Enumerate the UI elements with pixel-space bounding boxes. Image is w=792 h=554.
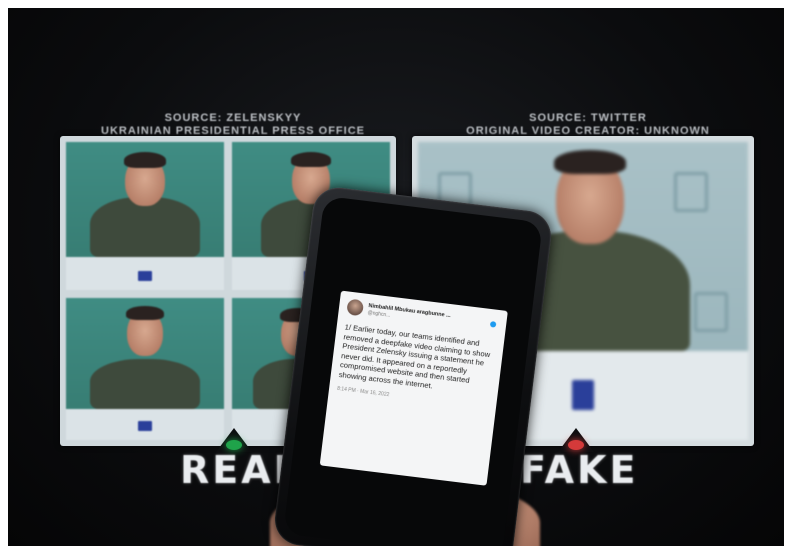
right-caption-line1: SOURCE: TWITTER <box>529 112 647 124</box>
coat-of-arms-icon <box>138 421 152 432</box>
person-shirt <box>90 197 200 258</box>
fake-label: FAKE <box>520 448 639 492</box>
left-caption-line1: SOURCE: ZELENSKYY <box>164 112 302 124</box>
tweet-author-block: Nimbahlil Mbukau aragbunne ... @nghcn... <box>367 303 486 330</box>
tweet-card: Nimbahlil Mbukau aragbunne ... @nghcn...… <box>319 290 508 486</box>
verified-icon <box>489 321 497 328</box>
phone-screen: Nimbahlil Mbukau aragbunne ... @nghcn...… <box>283 195 543 546</box>
person-shirt <box>90 358 200 409</box>
coat-of-arms-icon <box>674 172 708 212</box>
smartphone: Nimbahlil Mbukau aragbunne ... @nghcn...… <box>271 184 555 546</box>
right-source-caption: SOURCE: TWITTER ORIGINAL VIDEO CREATOR: … <box>438 112 738 138</box>
photo-frame: SOURCE: ZELENSKYY UKRAINIAN PRESIDENTIAL… <box>8 8 784 546</box>
person-hair <box>126 306 164 320</box>
real-video-tile <box>66 142 224 290</box>
person-hair <box>124 152 166 168</box>
tweet-body: 1/ Earlier today, our teams identified a… <box>338 322 491 391</box>
coat-of-arms-icon <box>572 380 594 411</box>
avatar <box>346 298 365 317</box>
left-source-caption: SOURCE: ZELENSKYY UKRAINIAN PRESIDENTIAL… <box>78 112 388 138</box>
coat-of-arms-icon <box>138 271 152 282</box>
person-hair <box>291 152 331 167</box>
person-hair <box>553 150 626 174</box>
coat-of-arms-icon <box>694 292 728 332</box>
real-video-tile <box>66 298 224 440</box>
